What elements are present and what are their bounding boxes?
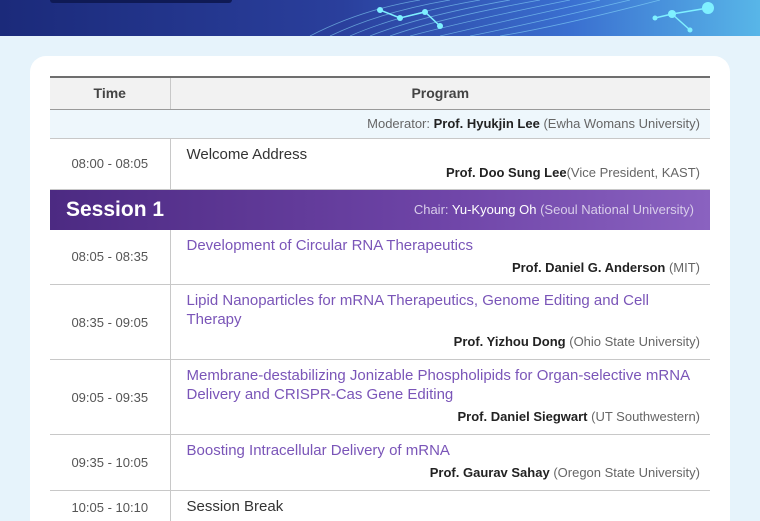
program-header: Program — [170, 76, 710, 110]
header-banner — [0, 0, 760, 36]
talk-title: Development of Circular RNA Therapeutics — [186, 236, 474, 254]
talk-time: 08:05 - 08:35 — [50, 229, 171, 285]
moderator-row: Moderator: Prof. Hyukjin Lee (Ewha Woman… — [50, 109, 710, 139]
session-1-name: Session 1 — [66, 197, 165, 221]
break-row: 10:05 - 10:10 Session Break — [50, 490, 710, 521]
talk-row: 08:35 - 09:05 Lipid Nanoparticles for mR… — [50, 284, 710, 360]
talk-title: Membrane-destabilizing Jonizable Phospho… — [186, 367, 690, 403]
talk-affil: (UT Southwestern) — [591, 409, 700, 424]
talk-row: 09:35 - 10:05 Boosting Intracellular Del… — [50, 434, 710, 491]
talk-time: 08:35 - 09:05 — [50, 284, 171, 360]
talk-affil: (Oregon State University) — [553, 465, 700, 480]
session-1-chair-name: Yu-Kyoung Oh — [451, 202, 537, 217]
talk-row: 08:05 - 08:35 Development of Circular RN… — [50, 229, 710, 285]
welcome-affil: (Vice President, KAST) — [566, 164, 700, 180]
moderator-name: Prof. Hyukjin Lee — [433, 116, 540, 131]
break-title: Session Break — [186, 498, 284, 515]
welcome-speaker: Prof. Doo Sung Lee — [445, 164, 567, 180]
network-graphic — [309, 0, 714, 36]
table-header: Time Program — [50, 76, 710, 110]
break-time: 10:05 - 10:10 — [50, 490, 171, 521]
welcome-row: 08:00 - 08:05 Welcome Address Prof. Doo … — [50, 138, 710, 190]
welcome-title: Welcome Address — [186, 145, 308, 163]
welcome-time: 08:00 - 08:05 — [50, 138, 171, 190]
talk-row: 09:05 - 09:35 Membrane-destabilizing Jon… — [50, 359, 710, 435]
talk-title: Lipid Nanoparticles for mRNA Therapeutic… — [186, 292, 649, 328]
program-table: Time Program Moderator: Prof. Hyukjin Le… — [50, 76, 710, 521]
talk-affil: (Ohio State University) — [569, 334, 700, 349]
talk-speaker: Prof. Daniel Siegwart — [457, 409, 588, 424]
session-1-chair-affil: (Seoul National University) — [540, 202, 694, 217]
talk-time: 09:05 - 09:35 — [50, 359, 171, 435]
talk-speaker: Prof. Gaurav Sahay — [429, 465, 550, 480]
time-header: Time — [50, 76, 171, 110]
talk-affil: (MIT) — [668, 259, 700, 275]
talk-title: Boosting Intracellular Delivery of mRNA — [186, 442, 450, 459]
session-1-chair-label: Chair: — [413, 202, 449, 217]
moderator-label: Moderator: — [367, 116, 431, 131]
talk-speaker: Prof. Daniel G. Anderson — [511, 259, 666, 275]
session-1-row: Session 1 Chair: Yu-Kyoung Oh (Seoul Nat… — [50, 189, 710, 230]
talk-speaker: Prof. Yizhou Dong — [453, 334, 566, 349]
moderator-affil: (Ewha Womans University) — [543, 116, 700, 131]
talk-time: 09:35 - 10:05 — [50, 434, 171, 491]
